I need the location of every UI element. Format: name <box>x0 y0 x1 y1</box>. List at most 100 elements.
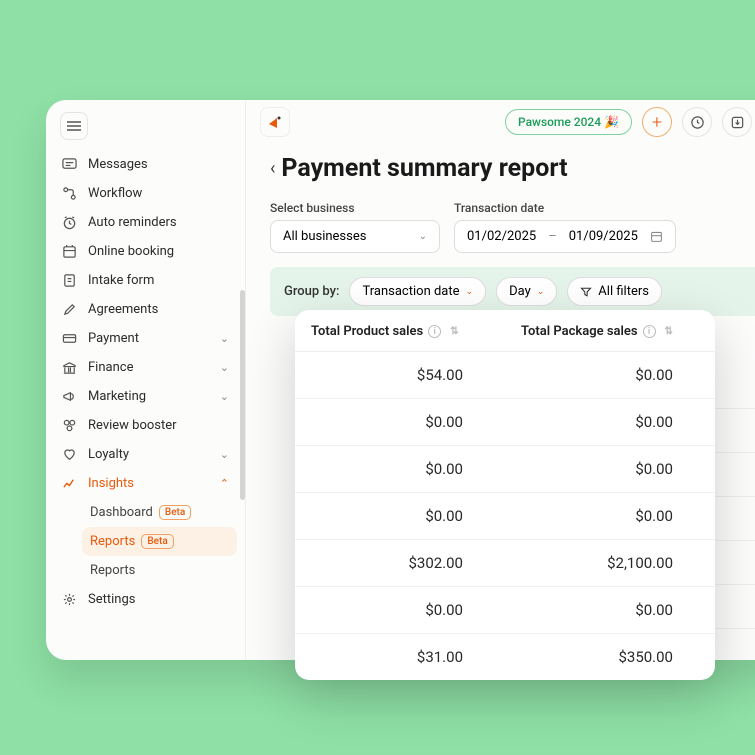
group-bar: Group by: Transaction date ⌄ Day ⌄ All f… <box>270 267 755 316</box>
period-select[interactable]: Day ⌄ <box>496 277 557 306</box>
chevron-down-icon: ⌄ <box>220 332 229 345</box>
table-row: $0.00$0.00 <box>295 399 715 446</box>
sidebar-item-insights[interactable]: Insights ⌃ <box>54 469 237 498</box>
info-icon[interactable]: i <box>428 325 441 338</box>
history-icon[interactable] <box>682 107 712 137</box>
download-icon[interactable] <box>722 107 752 137</box>
col-header-package[interactable]: Total Package sales i ⇅ <box>505 324 715 339</box>
cell-package: $0.00 <box>505 352 715 398</box>
sidebar-item-label: Finance <box>88 360 133 375</box>
chevron-up-icon: ⌃ <box>220 477 229 490</box>
workflow-icon <box>62 186 78 201</box>
sidebar-item-label: Loyalty <box>88 447 129 462</box>
table-header: Total Product sales i ⇅ Total Package sa… <box>295 310 715 352</box>
chevron-down-icon: ⌄ <box>466 287 474 297</box>
cell-product: $31.00 <box>295 634 505 680</box>
cell-package: $0.00 <box>505 399 715 445</box>
sidebar-item-payment[interactable]: Payment ⌄ <box>54 324 237 353</box>
all-filters-button[interactable]: All filters <box>567 277 662 306</box>
sub-item-reports[interactable]: Reports <box>82 556 237 585</box>
date-from: 01/02/2025 <box>467 229 536 244</box>
content: ‹ Payment summary report Select business… <box>246 144 755 326</box>
date-filter: Transaction date 01/02/2025 – 01/09/2025 <box>454 201 676 253</box>
sidebar-item-loyalty[interactable]: Loyalty ⌄ <box>54 440 237 469</box>
sidebar: Messages Workflow Auto reminders Online … <box>46 100 246 660</box>
logo[interactable] <box>260 107 290 137</box>
menu-toggle[interactable] <box>60 112 88 140</box>
sub-item-reports-beta[interactable]: Reports Beta <box>82 527 237 556</box>
sidebar-item-label: Agreements <box>88 302 158 317</box>
chart-icon <box>62 476 78 491</box>
table-row: $0.00$0.00 <box>295 446 715 493</box>
cell-product: $302.00 <box>295 540 505 586</box>
sidebar-item-settings[interactable]: Settings <box>54 585 237 614</box>
scrollbar[interactable] <box>240 290 245 500</box>
table-row: $54.00$0.00 <box>295 352 715 399</box>
group-by-label: Group by: <box>284 284 339 299</box>
add-button[interactable]: + <box>642 107 672 137</box>
dash: – <box>548 229 557 244</box>
table-body: $54.00$0.00$0.00$0.00$0.00$0.00$0.00$0.0… <box>295 352 715 680</box>
filters-row: Select business All businesses ⌄ Transac… <box>270 201 755 253</box>
sidebar-item-label: Payment <box>88 331 139 346</box>
sidebar-item-label: Intake form <box>88 273 154 288</box>
sort-icon[interactable]: ⇅ <box>450 326 458 337</box>
cell-package: $0.00 <box>505 493 715 539</box>
booking-icon <box>62 244 78 259</box>
cell-package: $0.00 <box>505 587 715 633</box>
promo-pill[interactable]: Pawsome 2024 🎉 <box>505 109 632 135</box>
cell-product: $0.00 <box>295 399 505 445</box>
sidebar-item-marketing[interactable]: Marketing ⌄ <box>54 382 237 411</box>
sidebar-item-finance[interactable]: Finance ⌄ <box>54 353 237 382</box>
sidebar-item-label: Marketing <box>88 389 146 404</box>
review-icon <box>62 418 78 433</box>
filter-icon <box>580 286 592 298</box>
date-range[interactable]: 01/02/2025 – 01/09/2025 <box>454 220 676 253</box>
chevron-down-icon: ⌄ <box>537 287 545 297</box>
beta-badge: Beta <box>159 505 191 520</box>
sidebar-item-review-booster[interactable]: Review booster <box>54 411 237 440</box>
sidebar-item-label: Insights <box>88 476 134 491</box>
sidebar-item-auto-reminders[interactable]: Auto reminders <box>54 208 237 237</box>
business-label: Select business <box>270 201 440 215</box>
cell-product: $0.00 <box>295 587 505 633</box>
sidebar-item-label: Online booking <box>88 244 174 259</box>
business-select[interactable]: All businesses ⌄ <box>270 220 440 253</box>
sub-item-dashboard[interactable]: Dashboard Beta <box>82 498 237 527</box>
card-icon <box>62 331 78 346</box>
table-row: $31.00$350.00 <box>295 634 715 680</box>
back-button[interactable]: ‹ <box>270 158 275 179</box>
report-table: Total Product sales i ⇅ Total Package sa… <box>295 310 715 680</box>
calendar-icon <box>650 230 663 243</box>
sidebar-item-label: Review booster <box>88 418 177 433</box>
all-filters-label: All filters <box>598 284 649 299</box>
info-icon[interactable]: i <box>643 325 656 338</box>
chevron-down-icon: ⌄ <box>220 361 229 374</box>
date-to: 01/09/2025 <box>569 229 638 244</box>
sidebar-item-agreements[interactable]: Agreements <box>54 295 237 324</box>
sort-icon[interactable]: ⇅ <box>665 326 673 337</box>
sidebar-item-workflow[interactable]: Workflow <box>54 179 237 208</box>
sidebar-item-messages[interactable]: Messages <box>54 150 237 179</box>
cell-package: $350.00 <box>505 634 715 680</box>
topbar: Pawsome 2024 🎉 + <box>246 100 755 144</box>
sidebar-item-online-booking[interactable]: Online booking <box>54 237 237 266</box>
chevron-down-icon: ⌄ <box>220 448 229 461</box>
title-row: ‹ Payment summary report <box>270 154 755 183</box>
sidebar-item-intake-form[interactable]: Intake form <box>54 266 237 295</box>
sub-item-label: Dashboard <box>90 505 153 520</box>
table-row: $302.00$2,100.00 <box>295 540 715 587</box>
sidebar-item-label: Messages <box>88 157 148 172</box>
chevron-down-icon: ⌄ <box>419 231 427 242</box>
sub-item-label: Reports <box>90 534 135 549</box>
col-header-product[interactable]: Total Product sales i ⇅ <box>295 324 505 339</box>
business-filter: Select business All businesses ⌄ <box>270 201 440 253</box>
sub-item-label: Reports <box>90 563 135 578</box>
cell-product: $54.00 <box>295 352 505 398</box>
heart-icon <box>62 447 78 462</box>
gear-icon <box>62 592 78 607</box>
page-title: Payment summary report <box>281 154 567 183</box>
sidebar-item-label: Settings <box>88 592 135 607</box>
group-by-select[interactable]: Transaction date ⌄ <box>349 277 486 306</box>
sidebar-item-label: Workflow <box>88 186 142 201</box>
